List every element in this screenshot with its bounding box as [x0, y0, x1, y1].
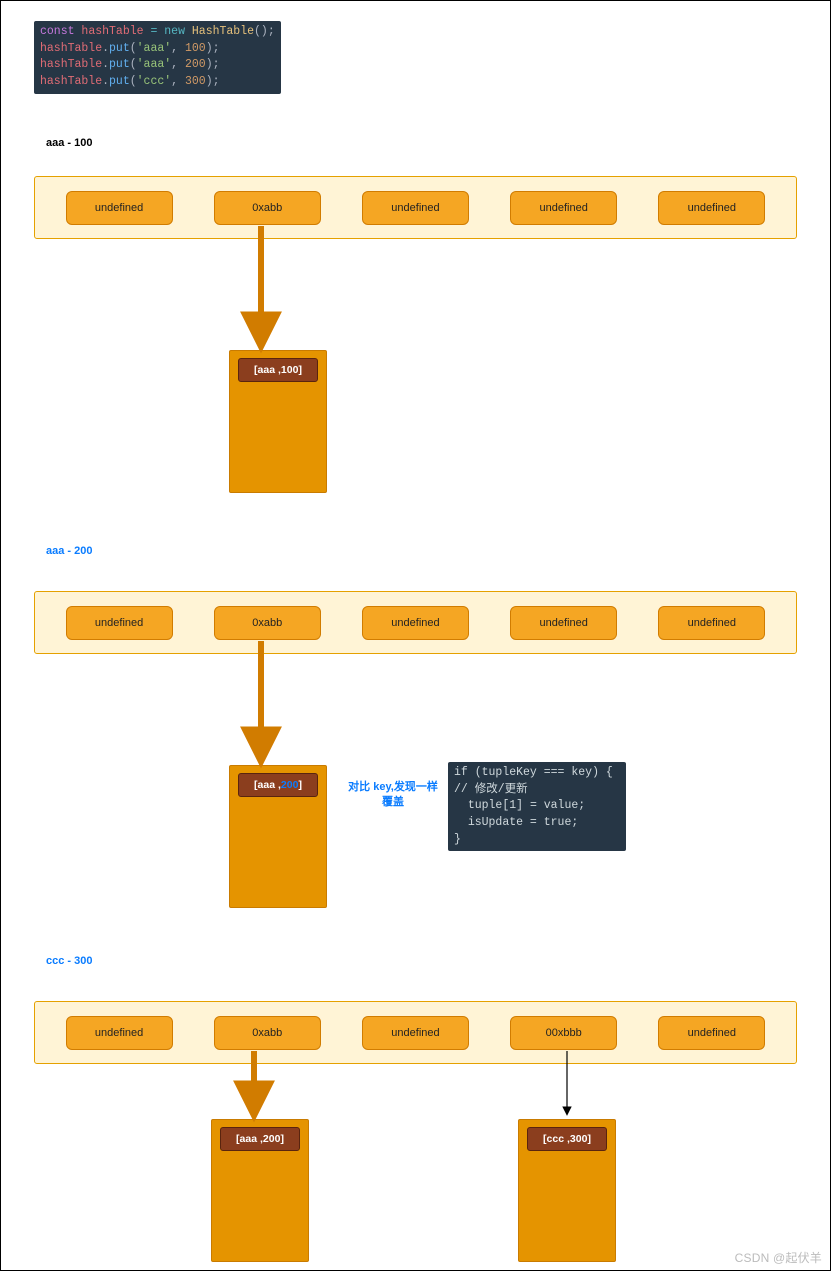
- bucket-item: [aaa ,200]: [238, 773, 318, 797]
- code-line: if (tupleKey === key) {: [454, 765, 620, 782]
- watermark: CSDN @起伏羊: [735, 1249, 822, 1266]
- hash-row-1: undefined 0xabb undefined undefined unde…: [34, 176, 797, 239]
- annotation: 对比 key,发现一样 覆盖: [333, 780, 453, 810]
- bucket-item: [aaa ,200]: [220, 1127, 300, 1151]
- bucket-item: [ccc ,300]: [527, 1127, 607, 1151]
- slot: undefined: [362, 1016, 469, 1050]
- slot: undefined: [66, 606, 173, 640]
- slot: undefined: [510, 191, 617, 225]
- slot: undefined: [510, 606, 617, 640]
- code-block-init: const hashTable = new HashTable(); hashT…: [34, 21, 281, 94]
- section-label-3: ccc - 300: [46, 955, 92, 967]
- slot: undefined: [658, 1016, 765, 1050]
- bucket-3b: [ccc ,300]: [518, 1119, 616, 1262]
- hash-row-3: undefined 0xabb undefined 00xbbb undefin…: [34, 1001, 797, 1064]
- slot: 0xabb: [214, 1016, 321, 1050]
- bucket-2: [aaa ,200]: [229, 765, 327, 908]
- hash-row-2: undefined 0xabb undefined undefined unde…: [34, 591, 797, 654]
- code-line: tuple[1] = value;: [454, 798, 620, 815]
- bucket-3a: [aaa ,200]: [211, 1119, 309, 1262]
- slot: undefined: [658, 191, 765, 225]
- slot: undefined: [658, 606, 765, 640]
- code-line: hashTable.put('aaa', 100);: [40, 41, 275, 58]
- slot: undefined: [66, 191, 173, 225]
- slot: undefined: [66, 1016, 173, 1050]
- slot: 0xabb: [214, 191, 321, 225]
- slot: 00xbbb: [510, 1016, 617, 1050]
- code-line: // 修改/更新: [454, 782, 620, 799]
- code-line: isUpdate = true;: [454, 815, 620, 832]
- section-label-2: aaa - 200: [46, 545, 92, 557]
- bucket-1: [aaa ,100]: [229, 350, 327, 493]
- code-block-update: if (tupleKey === key) { // 修改/更新 tuple[1…: [448, 762, 626, 851]
- code-line: hashTable.put('aaa', 200);: [40, 57, 275, 74]
- slot: undefined: [362, 191, 469, 225]
- code-line: const hashTable = new HashTable();: [40, 24, 275, 41]
- code-line: hashTable.put('ccc', 300);: [40, 74, 275, 91]
- bucket-item: [aaa ,100]: [238, 358, 318, 382]
- section-label-1: aaa - 100: [46, 137, 92, 149]
- slot: undefined: [362, 606, 469, 640]
- code-line: }: [454, 832, 620, 849]
- slot: 0xabb: [214, 606, 321, 640]
